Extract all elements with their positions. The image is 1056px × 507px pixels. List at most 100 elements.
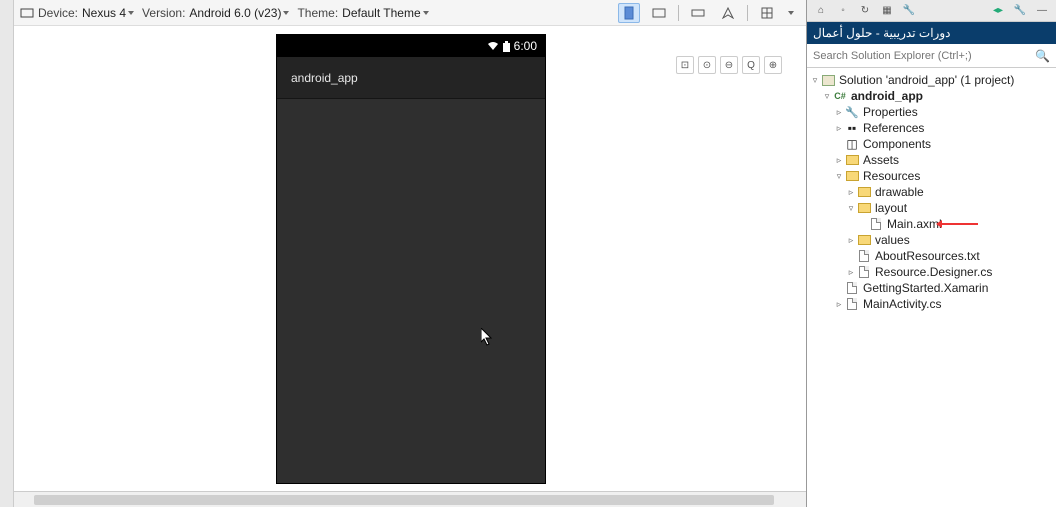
tree-label: GettingStarted.Xamarin <box>863 281 988 295</box>
csharp-project-icon: C# <box>833 89 847 103</box>
theme-dropdown[interactable]: Default Theme <box>342 6 429 20</box>
zoom-100-icon[interactable]: ⊙ <box>698 56 716 74</box>
folder-icon <box>857 201 871 215</box>
tree-about-resources[interactable]: ▹ AboutResources.txt <box>809 248 1054 264</box>
expand-icon: ▹ <box>833 139 845 150</box>
tree-label: android_app <box>851 89 923 103</box>
status-bar: 6:00 <box>277 35 545 57</box>
expand-icon[interactable]: ▿ <box>809 75 821 86</box>
app-title: android_app <box>291 71 358 85</box>
wrench-icon[interactable]: 🔧 <box>1012 3 1028 19</box>
tree-values[interactable]: ▹ values <box>809 232 1054 248</box>
tree-main-activity[interactable]: ▹ MainActivity.cs <box>809 296 1054 312</box>
grid-dropdown-icon[interactable] <box>788 11 794 15</box>
tree-label: Solution 'android_app' (1 project) <box>839 73 1014 87</box>
expand-icon: ▹ <box>857 219 869 230</box>
cs-file-icon <box>857 265 871 279</box>
solution-search[interactable]: 🔍 <box>807 44 1056 68</box>
tree-label: References <box>863 121 924 135</box>
tree-label: Resource.Designer.cs <box>875 265 992 279</box>
expand-icon[interactable]: ▹ <box>833 107 845 118</box>
tree-label: Assets <box>863 153 899 167</box>
tree-label: values <box>875 233 910 247</box>
tree-references[interactable]: ▹ ▪▪ References <box>809 120 1054 136</box>
file-icon <box>857 249 871 263</box>
folder-icon <box>845 169 859 183</box>
solution-tree[interactable]: ▿ Solution 'android_app' (1 project) ▿ C… <box>807 68 1056 507</box>
folder-icon <box>845 153 859 167</box>
tree-getting-started[interactable]: ▹ GettingStarted.Xamarin <box>809 280 1054 296</box>
expand-icon[interactable]: ▿ <box>833 171 845 182</box>
properties-icon[interactable]: 🔧 <box>901 3 917 19</box>
expand-icon[interactable]: ▹ <box>845 267 857 278</box>
tree-properties[interactable]: ▹ 🔧 Properties <box>809 104 1054 120</box>
solution-explorer-panel: ⌂ ◦ ↻ ▦ 🔧 ◂▸ 🔧 — دورات تدريبية - حلول أع… <box>806 0 1056 507</box>
tree-label: Components <box>863 137 931 151</box>
tree-resources[interactable]: ▿ Resources <box>809 168 1054 184</box>
expand-icon[interactable]: ▿ <box>821 91 833 102</box>
tree-project[interactable]: ▿ C# android_app <box>809 88 1054 104</box>
wrench-icon: 🔧 <box>845 105 859 119</box>
theme-label: Theme: <box>297 6 338 20</box>
references-icon: ▪▪ <box>845 121 859 135</box>
version-label: Version: <box>142 6 185 20</box>
cs-file-icon <box>845 297 859 311</box>
tree-components[interactable]: ▹ ◫ Components <box>809 136 1054 152</box>
expand-icon: ▹ <box>833 283 845 294</box>
tree-label: AboutResources.txt <box>875 249 980 263</box>
tree-assets[interactable]: ▹ Assets <box>809 152 1054 168</box>
solution-search-input[interactable] <box>813 50 1035 62</box>
mouse-cursor-icon <box>481 328 493 346</box>
zoom-out-icon[interactable]: ⊖ <box>720 56 738 74</box>
tree-layout[interactable]: ▿ layout <box>809 200 1054 216</box>
designer-canvas[interactable]: 6:00 android_app ⊡ ⊙ ⊖ Q ⊕ <box>14 26 806 491</box>
minimize-icon[interactable]: — <box>1034 3 1050 19</box>
expand-icon[interactable]: ▹ <box>833 155 845 166</box>
tree-label: layout <box>875 201 907 215</box>
portrait-button[interactable] <box>618 3 640 23</box>
toolbar-right <box>618 3 800 23</box>
back-icon[interactable]: ◦ <box>835 3 851 19</box>
zoom-reset-icon[interactable]: Q <box>742 56 760 74</box>
toolbar-button-1[interactable] <box>687 3 709 23</box>
zoom-in-icon[interactable]: ⊕ <box>764 56 782 74</box>
expand-icon[interactable]: ▿ <box>845 203 857 214</box>
app-bar: android_app <box>277 57 545 99</box>
search-icon[interactable]: 🔍 <box>1035 49 1050 63</box>
show-all-icon[interactable]: ▦ <box>879 3 895 19</box>
tree-label: Resources <box>863 169 920 183</box>
grid-button[interactable] <box>756 3 778 23</box>
home-icon[interactable]: ⌂ <box>813 3 829 19</box>
sync-icon[interactable]: ↻ <box>857 3 873 19</box>
wifi-icon <box>487 41 499 51</box>
expand-icon[interactable]: ▹ <box>845 187 857 198</box>
tree-solution[interactable]: ▿ Solution 'android_app' (1 project) <box>809 72 1054 88</box>
collapse-icon[interactable]: ◂▸ <box>990 3 1006 19</box>
version-dropdown[interactable]: Android 6.0 (v23) <box>189 6 289 20</box>
designer-toolbar: Device: Nexus 4 Version: Android 6.0 (v2… <box>14 0 806 26</box>
device-dropdown[interactable]: Nexus 4 <box>82 6 134 20</box>
tree-label: Main.axml <box>887 217 942 231</box>
landscape-button[interactable] <box>648 3 670 23</box>
scrollbar-thumb[interactable] <box>34 495 774 505</box>
tree-main-axml[interactable]: ▹ Main.axml <box>809 216 1054 232</box>
device-orientation-icon[interactable] <box>20 6 34 20</box>
tree-label: drawable <box>875 185 924 199</box>
file-icon <box>845 281 859 295</box>
solution-titlebar: دورات تدريبية - حلول أعمال <box>807 22 1056 44</box>
tree-resource-designer[interactable]: ▹ Resource.Designer.cs <box>809 264 1054 280</box>
left-gutter <box>0 0 14 507</box>
folder-icon <box>857 185 871 199</box>
zoom-fit-icon[interactable]: ⊡ <box>676 56 694 74</box>
horizontal-scrollbar[interactable] <box>14 491 806 507</box>
expand-icon[interactable]: ▹ <box>833 299 845 310</box>
tree-drawable[interactable]: ▹ drawable <box>809 184 1054 200</box>
expand-icon[interactable]: ▹ <box>845 235 857 246</box>
send-button[interactable] <box>717 3 739 23</box>
battery-icon <box>503 41 510 52</box>
solution-icon <box>821 73 835 87</box>
toolbar-separator-2 <box>747 5 748 21</box>
zoom-controls: ⊡ ⊙ ⊖ Q ⊕ <box>676 56 782 74</box>
expand-icon[interactable]: ▹ <box>833 123 845 134</box>
tree-label: MainActivity.cs <box>863 297 941 311</box>
